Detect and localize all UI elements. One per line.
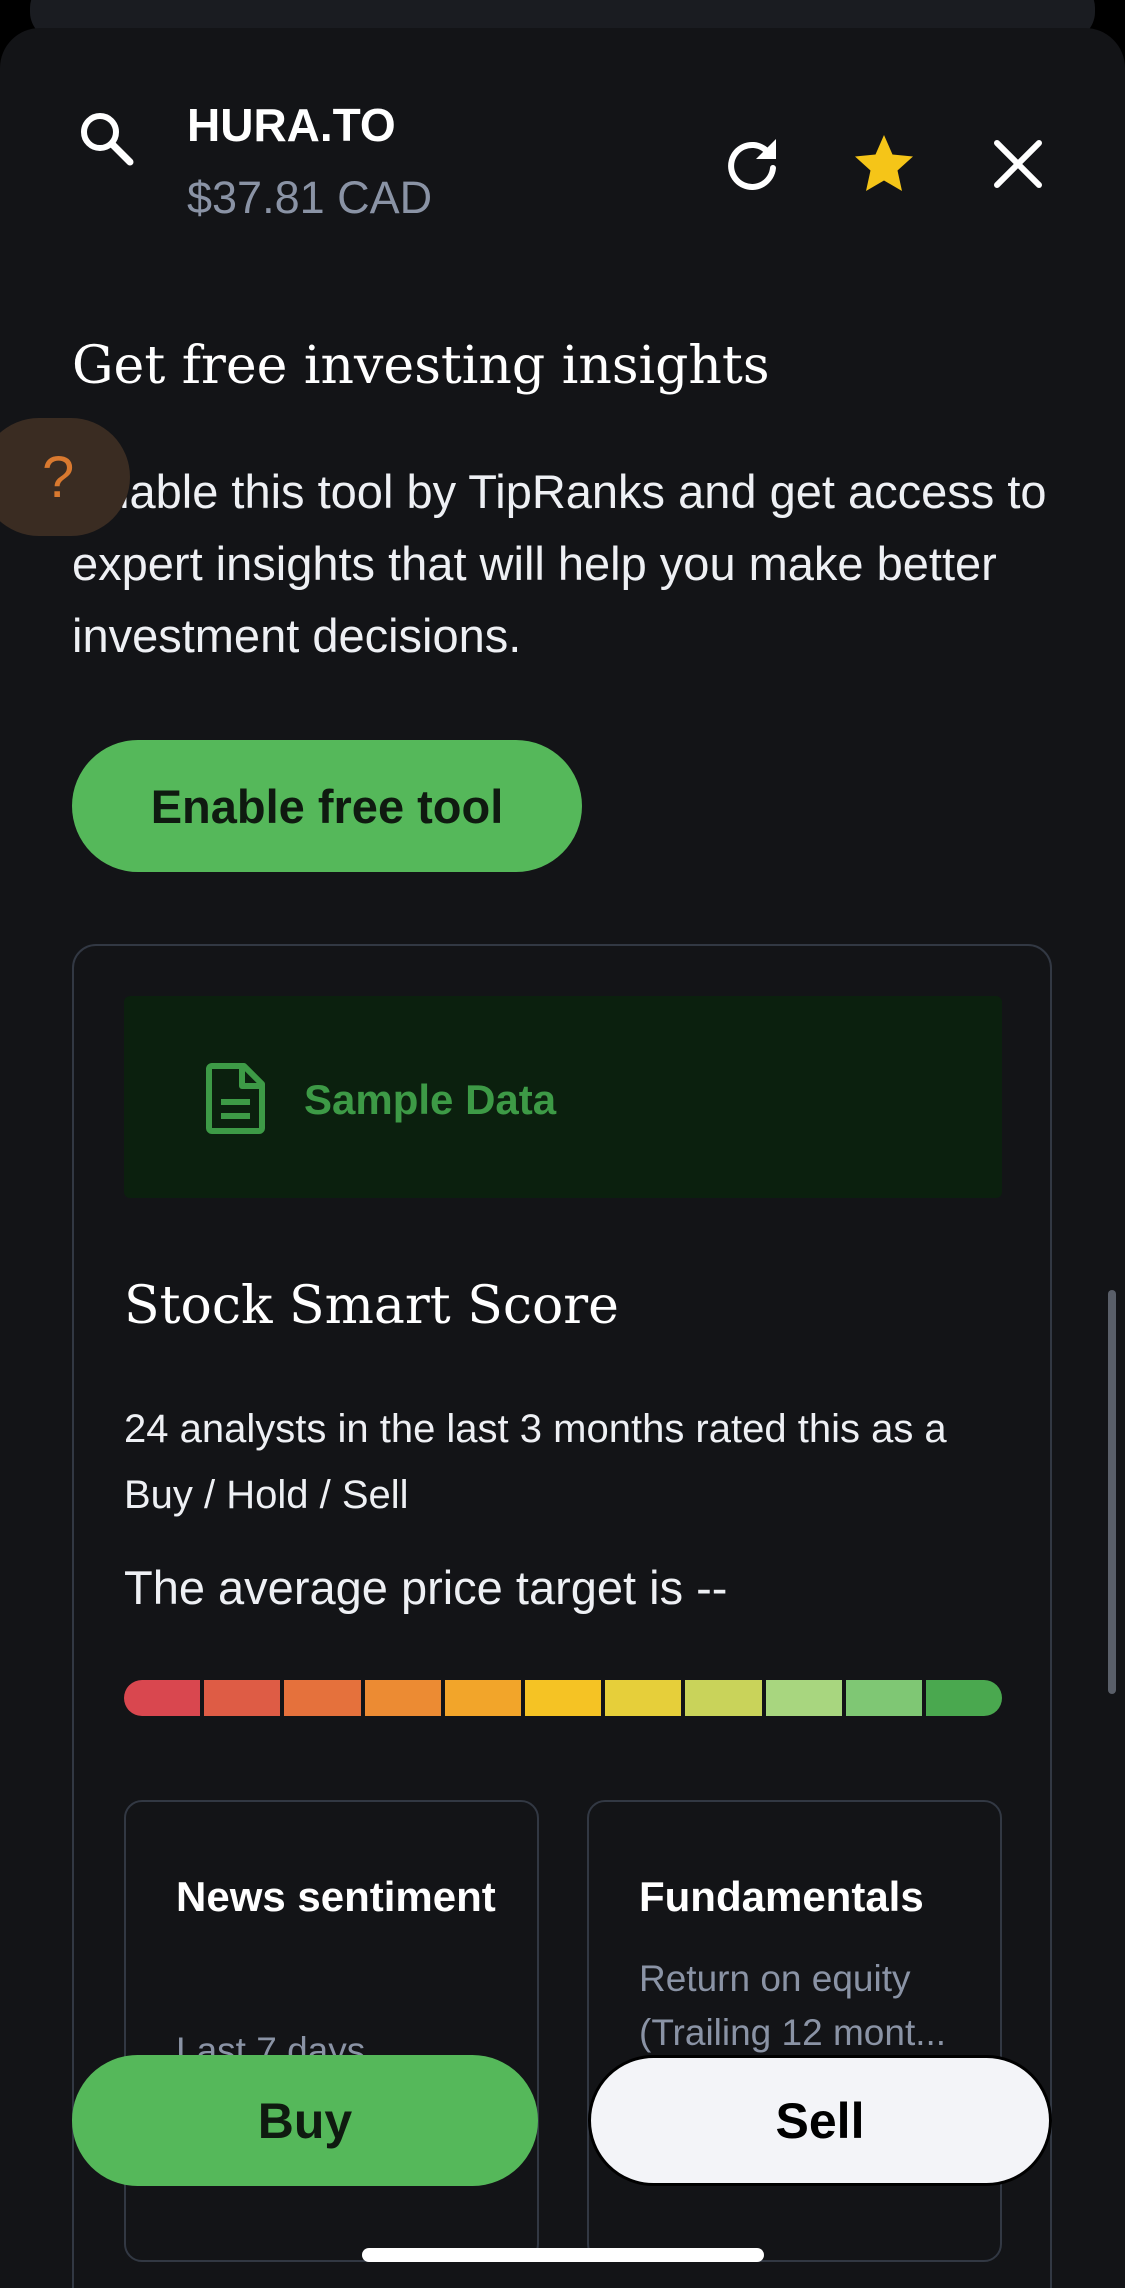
score-bar-segment: [765, 1680, 842, 1716]
news-sentiment-card[interactable]: News sentiment Last 7 days: [124, 1800, 539, 2262]
average-price-target: The average price target is --: [124, 1561, 728, 1614]
smart-score-bar: [124, 1680, 1003, 1716]
score-bar-segment: [364, 1680, 441, 1716]
smart-score-title: Stock Smart Score: [124, 1276, 619, 1336]
help-tab[interactable]: ?: [0, 418, 130, 536]
sample-data-banner: Sample Data: [124, 996, 1002, 1198]
score-bar-segment: [524, 1680, 602, 1716]
score-bar-segment: [284, 1680, 361, 1716]
sample-data-label: Sample Data: [304, 1076, 557, 1123]
enable-free-tool-button[interactable]: Enable free tool: [72, 740, 582, 872]
score-bar-segment: [845, 1680, 922, 1716]
fundamentals-card[interactable]: Fundamentals Return on equity (Trailing …: [587, 1800, 1002, 2262]
document-icon: [206, 1062, 266, 1134]
fundamentals-subtitle: Return on equity (Trailing 12 mont...: [639, 1958, 947, 2053]
buy-button[interactable]: Buy: [72, 2055, 538, 2186]
refresh-icon[interactable]: [724, 135, 782, 193]
stock-price: $37.81 CAD: [187, 172, 433, 223]
scrollbar[interactable]: [1108, 1290, 1116, 1694]
score-bar-segment: [124, 1680, 201, 1716]
score-bar-segment: [685, 1680, 762, 1716]
promo-description: Enable this tool by TipRanks and get acc…: [72, 465, 1047, 662]
sell-button[interactable]: Sell: [588, 2055, 1052, 2186]
search-icon[interactable]: [76, 108, 136, 168]
home-indicator: [362, 2248, 764, 2262]
promo-title: Get free investing insights: [72, 336, 770, 396]
score-bar-segment: [605, 1680, 682, 1716]
close-icon[interactable]: [992, 138, 1044, 190]
score-bar-segment: [204, 1680, 281, 1716]
score-bar-segment: [925, 1680, 1003, 1716]
star-icon[interactable]: [852, 132, 916, 196]
analysts-summary: 24 analysts in the last 3 months rated t…: [124, 1407, 947, 1517]
news-sentiment-title: News sentiment: [176, 1873, 496, 1920]
score-bar-segment: [444, 1680, 521, 1716]
stock-detail-sheet: HURA.TO $37.81 CAD Get free investing in…: [0, 28, 1125, 2288]
fundamentals-title: Fundamentals: [639, 1873, 924, 1920]
ticker-symbol: HURA.TO: [187, 99, 396, 151]
